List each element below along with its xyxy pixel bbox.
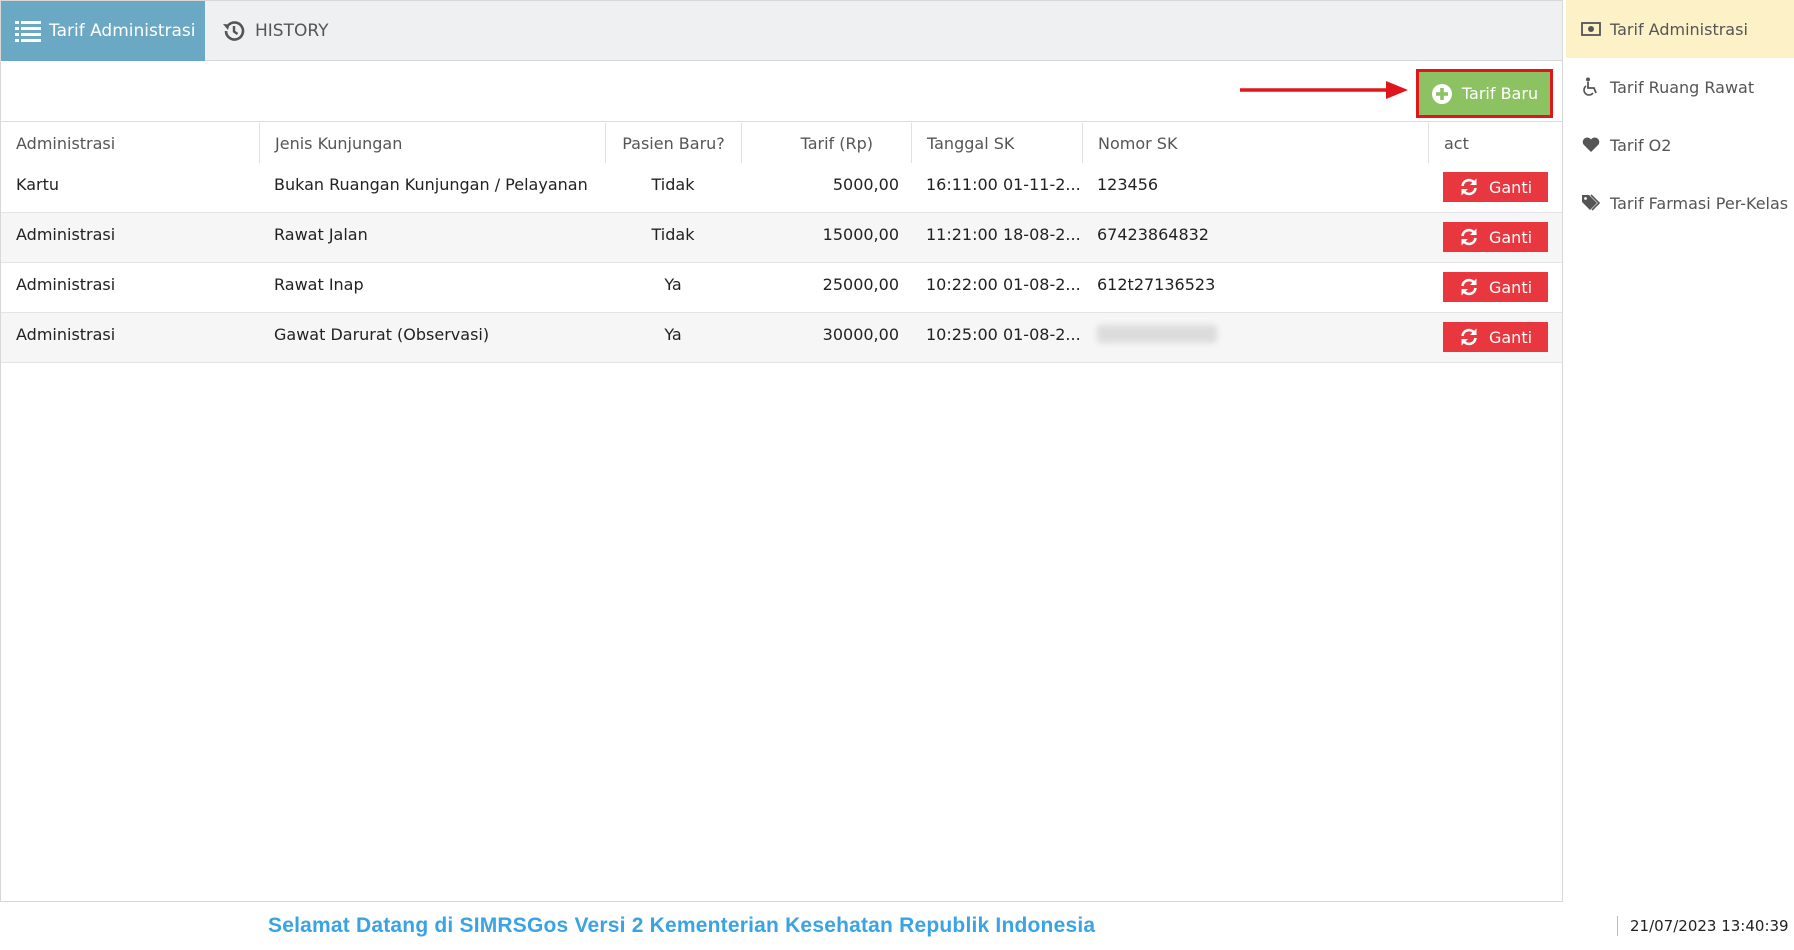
right-sidebar: Tarif Administrasi Tarif Ruang Rawat Tar… [1566, 0, 1794, 902]
footer: Selamat Datang di SIMRSGos Versi 2 Kemen… [0, 902, 1794, 950]
tarif-table: Administrasi Jenis Kunjungan Pasien Baru… [1, 123, 1562, 363]
cell-tarif: 5000,00 [832, 175, 899, 194]
refresh-icon [1459, 227, 1479, 247]
sidebar-item-tarif-farmasi[interactable]: Tarif Farmasi Per-Kelas [1566, 174, 1794, 232]
cell-jenis-kunjungan: Gawat Darurat (Observasi) [274, 325, 490, 344]
table-row[interactable]: Administrasi Rawat Inap Ya 25000,00 10:2… [1, 263, 1562, 313]
plus-circle-icon [1431, 83, 1453, 105]
cell-act: Ganti [1428, 313, 1562, 362]
refresh-icon [1459, 177, 1479, 197]
datetime-display: 21/07/2023 13:40:39 [1630, 917, 1789, 935]
list-icon [13, 16, 43, 46]
cell-jenis-kunjungan: Rawat Jalan [274, 225, 368, 244]
cell-jenis-kunjungan: Bukan Ruangan Kunjungan / Pelayanan [274, 175, 588, 194]
app-window: Tarif Administrasi HISTORY Administrasi … [0, 0, 1794, 950]
sidebar-item-label: Tarif Ruang Rawat [1610, 77, 1755, 97]
tarif-baru-label: Tarif Baru [1461, 84, 1539, 103]
cell-administrasi: Kartu [16, 175, 60, 194]
column-header-tanggal-sk[interactable]: Tanggal SK [911, 123, 1082, 163]
table-row[interactable]: Kartu Bukan Ruangan Kunjungan / Pelayana… [1, 163, 1562, 213]
arrow-annotation-icon [1240, 81, 1408, 99]
ganti-button-label: Ganti [1488, 177, 1533, 197]
cell-act: Ganti [1428, 163, 1562, 212]
cell-pasien-baru: Tidak [651, 225, 695, 244]
cell-tarif: 15000,00 [822, 225, 899, 244]
ganti-button[interactable]: Ganti [1443, 172, 1548, 202]
tags-icon [1580, 193, 1602, 213]
column-header-pasien-baru[interactable]: Pasien Baru? [605, 123, 741, 163]
ganti-button[interactable]: Ganti [1443, 272, 1548, 302]
sidebar-item-tarif-o2[interactable]: Tarif O2 [1566, 116, 1794, 174]
ganti-button[interactable]: Ganti [1443, 322, 1548, 352]
ganti-button-label: Ganti [1488, 227, 1533, 247]
cell-tarif: 30000,00 [822, 325, 899, 344]
column-header-administrasi[interactable]: Administrasi [1, 123, 259, 163]
cell-pasien-baru: Ya [664, 275, 682, 294]
tab-bar: Tarif Administrasi HISTORY [1, 1, 1562, 61]
money-icon [1580, 19, 1602, 39]
cell-nomor-sk: 612t27136523 [1097, 275, 1216, 294]
tab-label: Tarif Administrasi [49, 21, 196, 41]
cell-tanggal-sk: 10:25:00 01-08-2... [926, 325, 1081, 344]
refresh-icon [1459, 277, 1479, 297]
tab-history[interactable]: HISTORY [205, 1, 355, 61]
sidebar-item-label: Tarif O2 [1610, 135, 1672, 155]
main-panel: Tarif Administrasi HISTORY Administrasi … [0, 0, 1563, 902]
cell-tanggal-sk: 16:11:00 01-11-2... [926, 175, 1081, 194]
column-header-jenis-kunjungan[interactable]: Jenis Kunjungan [259, 123, 605, 163]
wheelchair-icon [1580, 77, 1602, 97]
cell-tanggal-sk: 11:21:00 18-08-2... [926, 225, 1081, 244]
history-icon [219, 16, 249, 46]
refresh-icon [1459, 327, 1479, 347]
cell-administrasi: Administrasi [16, 325, 116, 344]
cell-administrasi: Administrasi [16, 275, 116, 294]
welcome-marquee: Selamat Datang di SIMRSGos Versi 2 Kemen… [268, 914, 1096, 937]
column-header-act: act [1428, 123, 1562, 163]
cell-act: Ganti [1428, 263, 1562, 312]
cell-nomor-sk: 123456 [1097, 175, 1159, 194]
footer-divider [1617, 916, 1618, 936]
cell-tanggal-sk: 10:22:00 01-08-2... [926, 275, 1081, 294]
cell-administrasi: Administrasi [16, 225, 116, 244]
column-header-tarif[interactable]: Tarif (Rp) [741, 123, 911, 163]
cell-pasien-baru: Ya [664, 325, 682, 344]
sidebar-item-tarif-administrasi[interactable]: Tarif Administrasi [1566, 0, 1794, 58]
column-header-nomor-sk[interactable]: Nomor SK [1082, 123, 1428, 163]
heart-icon [1580, 135, 1602, 155]
ganti-button-label: Ganti [1488, 277, 1533, 297]
cell-pasien-baru: Tidak [651, 175, 695, 194]
cell-nomor-sk-redacted [1082, 313, 1428, 362]
tab-tarif-administrasi[interactable]: Tarif Administrasi [1, 1, 205, 61]
cell-jenis-kunjungan: Rawat Inap [274, 275, 364, 294]
sidebar-item-label: Tarif Administrasi [1610, 19, 1748, 39]
tab-label: HISTORY [255, 21, 329, 41]
sidebar-item-label: Tarif Farmasi Per-Kelas [1610, 193, 1789, 213]
cell-nomor-sk: 67423864832 [1097, 225, 1209, 244]
cell-act: Ganti [1428, 213, 1562, 262]
tarif-baru-button[interactable]: Tarif Baru [1416, 69, 1553, 118]
table-header-row: Administrasi Jenis Kunjungan Pasien Baru… [1, 123, 1562, 163]
table-row[interactable]: Administrasi Gawat Darurat (Observasi) Y… [1, 313, 1562, 363]
ganti-button-label: Ganti [1488, 327, 1533, 347]
table-row[interactable]: Administrasi Rawat Jalan Tidak 15000,00 … [1, 213, 1562, 263]
redacted-value [1097, 325, 1217, 343]
cell-tarif: 25000,00 [822, 275, 899, 294]
ganti-button[interactable]: Ganti [1443, 222, 1548, 252]
sidebar-item-tarif-ruang-rawat[interactable]: Tarif Ruang Rawat [1566, 58, 1794, 116]
